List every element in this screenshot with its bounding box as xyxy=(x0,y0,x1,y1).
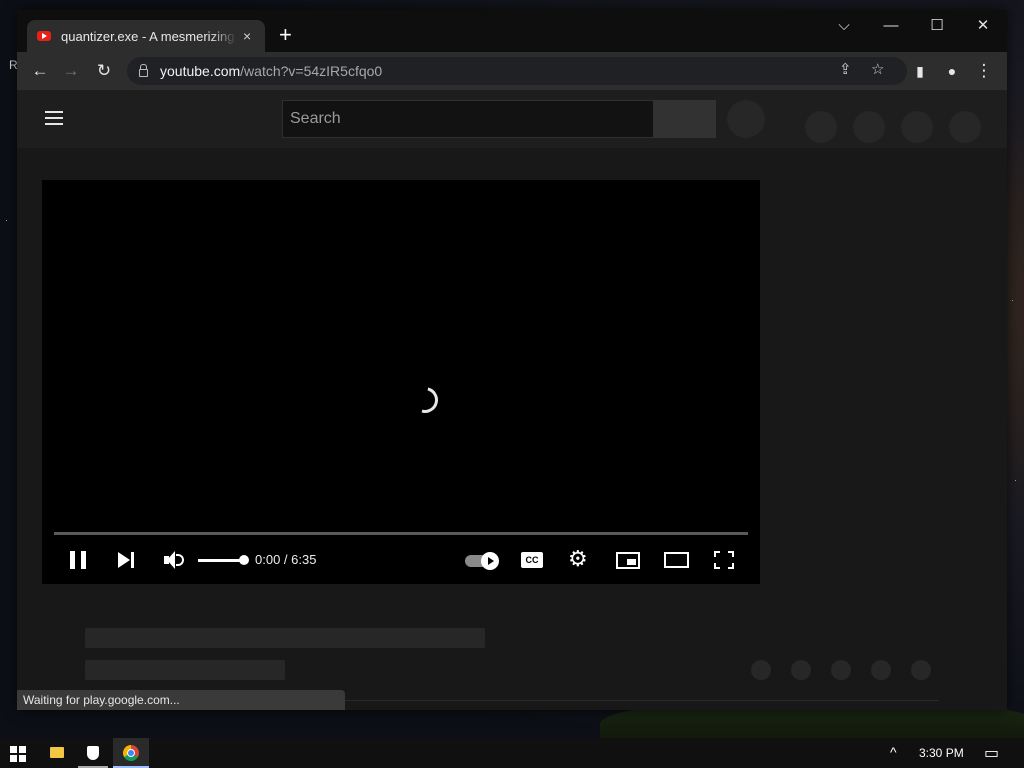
next-video-button[interactable] xyxy=(118,552,136,568)
action-placeholder xyxy=(751,660,771,680)
autoplay-play-icon xyxy=(481,552,499,570)
back-button[interactable]: ← xyxy=(28,60,52,82)
player-controls: 0:00 / 6:35 CC ⚙ xyxy=(42,542,760,578)
header-icon-placeholder xyxy=(901,111,933,143)
volume-slider[interactable] xyxy=(198,559,244,562)
search-input[interactable] xyxy=(290,110,653,128)
loading-spinner-icon xyxy=(407,382,443,418)
new-tab-button[interactable]: + xyxy=(279,24,292,46)
title-placeholder xyxy=(85,628,485,648)
theater-mode-button[interactable] xyxy=(664,552,689,568)
search-box[interactable] xyxy=(282,100,654,138)
minimize-button[interactable]: — xyxy=(868,14,914,38)
pause-button[interactable] xyxy=(70,551,88,569)
action-placeholder xyxy=(791,660,811,680)
bookmark-star-icon[interactable]: ☆ xyxy=(871,60,884,78)
share-icon[interactable]: ⇪ xyxy=(839,60,852,78)
header-icon-placeholder xyxy=(805,111,837,143)
subtitles-button[interactable]: CC xyxy=(521,552,543,568)
youtube-favicon-icon xyxy=(37,31,51,41)
header-icon-placeholder xyxy=(853,111,885,143)
volume-slider-handle[interactable] xyxy=(239,555,249,565)
autoplay-toggle[interactable] xyxy=(465,552,499,570)
chrome-taskbar-button[interactable] xyxy=(113,738,149,768)
shield-icon xyxy=(87,746,99,760)
browser-tab[interactable]: quantizer.exe - A mesmerizing Tr × xyxy=(27,20,265,52)
address-bar[interactable]: youtube.com/watch?v=54zIR5cfqo0 ⇪ ☆ xyxy=(127,57,907,85)
side-panel-icon[interactable]: ▮ xyxy=(908,60,932,82)
url-host: youtube.com xyxy=(160,63,241,79)
clock[interactable]: 3:30 PM xyxy=(919,746,964,760)
volume-icon[interactable] xyxy=(164,551,186,569)
time-display: 0:00 / 6:35 xyxy=(255,552,317,567)
action-placeholder xyxy=(911,660,931,680)
browser-toolbar: ← → ↻ youtube.com/watch?v=54zIR5cfqo0 ⇪ … xyxy=(17,52,1007,90)
youtube-page: 0:00 / 6:35 CC ⚙ Waiting for play.goo xyxy=(17,90,1007,710)
tray-chevron-icon[interactable]: ^ xyxy=(890,744,897,760)
browser-menu-icon[interactable]: ⋮ xyxy=(972,60,996,82)
tab-title: quantizer.exe - A mesmerizing Tr xyxy=(61,28,237,44)
header-icon-placeholder xyxy=(949,111,981,143)
maximize-button[interactable]: ☐ xyxy=(914,14,960,38)
fullscreen-button[interactable] xyxy=(714,551,734,569)
action-placeholder xyxy=(871,660,891,680)
hamburger-menu-icon[interactable] xyxy=(45,111,63,125)
page-divider xyxy=(345,700,939,701)
progress-bar[interactable] xyxy=(54,532,748,535)
security-taskbar-button[interactable] xyxy=(78,738,108,768)
youtube-header xyxy=(17,90,1007,148)
notifications-icon[interactable]: ▭ xyxy=(984,743,999,763)
folder-icon xyxy=(50,747,64,758)
voice-search-placeholder xyxy=(727,100,765,138)
close-window-button[interactable]: ✕ xyxy=(960,14,1006,38)
settings-gear-icon[interactable]: ⚙ xyxy=(568,547,588,571)
url-path: /watch?v=54zIR5cfqo0 xyxy=(240,63,383,79)
reload-button[interactable]: ↻ xyxy=(92,60,116,82)
chrome-icon-center xyxy=(127,749,135,757)
file-explorer-taskbar-button[interactable] xyxy=(38,738,76,768)
action-placeholder xyxy=(831,660,851,680)
video-player[interactable]: 0:00 / 6:35 CC ⚙ xyxy=(42,180,760,584)
taskbar: ^ 3:30 PM ▭ xyxy=(0,738,1024,768)
subtitle-placeholder xyxy=(85,660,285,680)
tab-search-button[interactable]: ⌵ xyxy=(821,14,867,38)
title-bar: quantizer.exe - A mesmerizing Tr × + ⌵ —… xyxy=(17,10,1007,52)
start-windows-icon[interactable] xyxy=(10,746,26,762)
status-bubble: Waiting for play.google.com... xyxy=(17,690,345,710)
tab-close-icon[interactable]: × xyxy=(243,28,251,44)
forward-button[interactable]: → xyxy=(59,60,83,82)
browser-window: quantizer.exe - A mesmerizing Tr × + ⌵ —… xyxy=(17,10,1007,710)
miniplayer-button[interactable] xyxy=(616,552,640,569)
profile-icon[interactable]: ● xyxy=(940,60,964,82)
lock-icon[interactable] xyxy=(139,63,148,77)
search-button[interactable] xyxy=(654,100,716,138)
